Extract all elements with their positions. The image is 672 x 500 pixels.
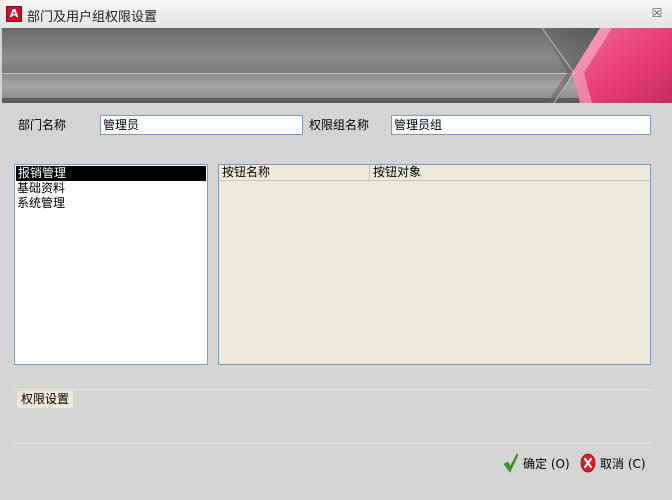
title-bar[interactable]: A 部门及用户组权限设置 ☒ [0, 0, 672, 29]
list-item-basic-data[interactable]: 基础资料 [15, 181, 207, 196]
module-list[interactable]: 报销管理 基础资料 系统管理 [14, 164, 208, 365]
column-header-button-name[interactable]: 按钮名称 [219, 165, 370, 180]
ok-button-label: 确定 (O) [523, 456, 570, 471]
window-title: 部门及用户组权限设置 [27, 10, 158, 25]
list-item-system-management[interactable]: 系统管理 [15, 196, 207, 211]
ok-button[interactable]: 确定 (O) [503, 452, 570, 474]
department-name-input[interactable]: 管理员 [100, 115, 303, 135]
group-name-input[interactable]: 管理员组 [391, 115, 651, 135]
column-header-button-object[interactable]: 按钮对象 [370, 165, 650, 180]
checkmark-icon [503, 453, 519, 473]
group-name-label: 权限组名称 [309, 118, 370, 132]
permission-settings-group: 权限设置 [15, 389, 651, 444]
grid-header: 按钮名称 按钮对象 [219, 165, 650, 181]
button-permission-grid[interactable]: 按钮名称 按钮对象 [218, 164, 651, 365]
list-item-reimbursement[interactable]: 报销管理 [16, 166, 206, 181]
department-name-label: 部门名称 [18, 118, 67, 132]
permission-settings-tab[interactable]: 权限设置 [17, 391, 74, 408]
close-button[interactable]: ☒ [650, 6, 664, 20]
banner-accent-graphic [541, 28, 672, 103]
close-icon: ☒ [651, 6, 663, 20]
cancel-button-label: 取消 (C) [600, 456, 646, 471]
header-banner [2, 28, 672, 103]
app-logo-icon: A [6, 6, 22, 22]
cancel-x-icon [580, 453, 596, 473]
cancel-button[interactable]: 取消 (C) [580, 452, 646, 474]
dialog-window: A 部门及用户组权限设置 ☒ 部门名称 管理员 权限组名称 管理员组 报销管理 … [0, 0, 672, 500]
